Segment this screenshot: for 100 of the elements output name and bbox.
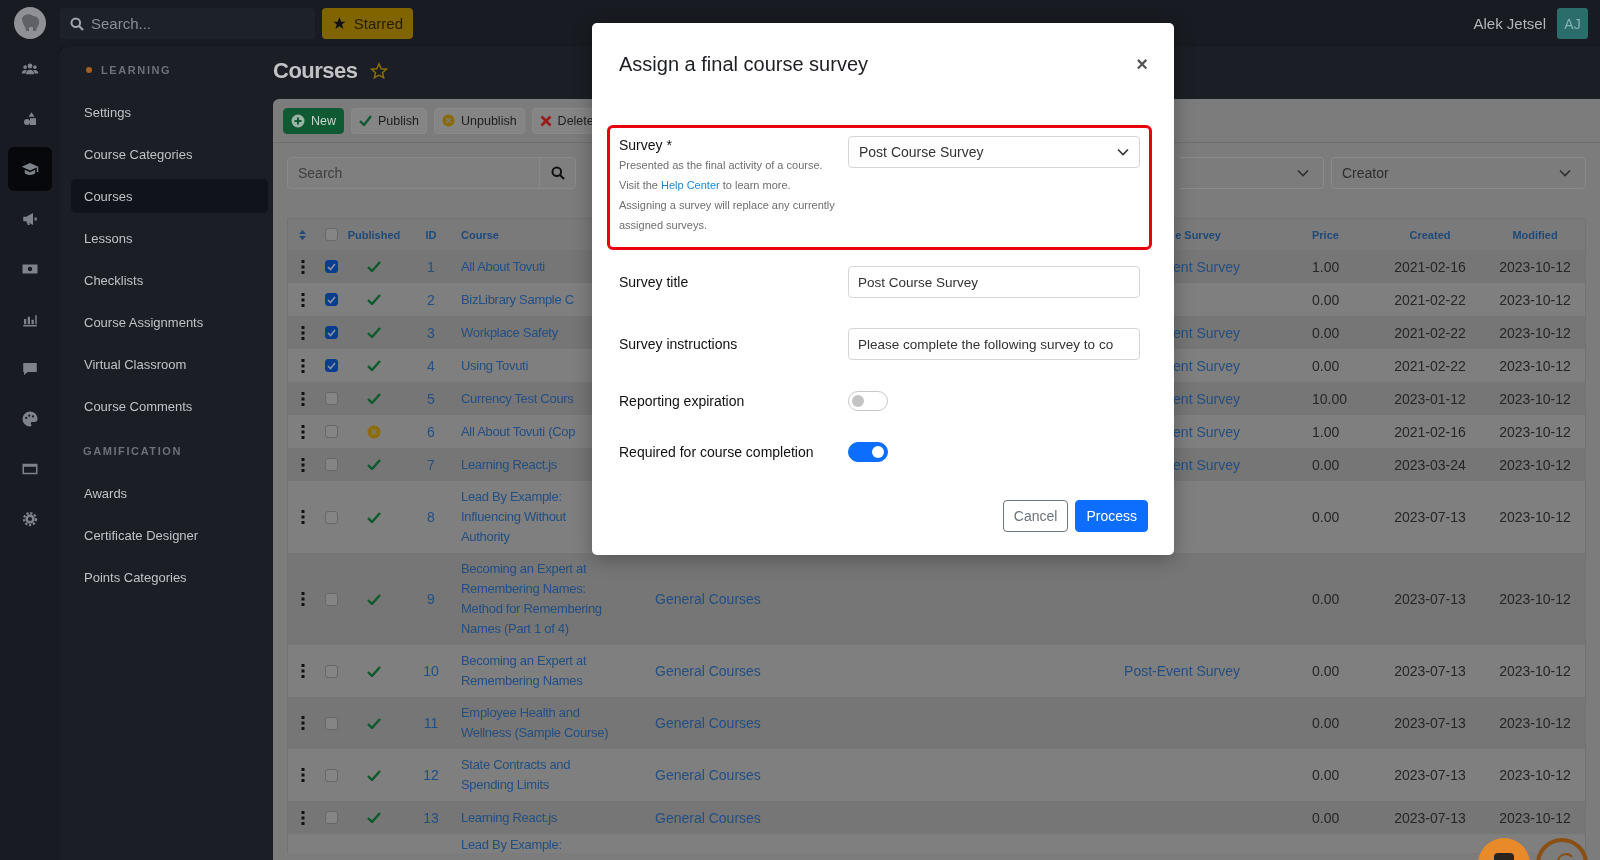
vertical-dots-icon[interactable] xyxy=(300,592,305,606)
checkbox[interactable] xyxy=(325,228,338,241)
checkbox[interactable] xyxy=(325,768,338,782)
sort-icon[interactable] xyxy=(299,229,306,240)
cancel-button[interactable]: Cancel xyxy=(1002,500,1069,532)
new-button[interactable]: New xyxy=(283,107,344,134)
column-header[interactable]: Modified xyxy=(1512,224,1558,245)
search-field[interactable]: Search... xyxy=(60,8,315,39)
vertical-dots-icon[interactable] xyxy=(300,510,305,524)
checkbox[interactable] xyxy=(325,293,338,306)
sidebar-item[interactable]: Checklists xyxy=(71,263,268,297)
text-field[interactable]: Post Course Survey xyxy=(848,266,1140,298)
sidebar-item[interactable]: Awards xyxy=(71,476,268,510)
survey-link[interactable]: ent Survey xyxy=(1173,355,1240,376)
sidebar-item[interactable]: Virtual Classroom xyxy=(71,347,268,381)
checkbox[interactable] xyxy=(325,510,338,524)
toggle-switch[interactable] xyxy=(848,442,888,462)
check-icon[interactable] xyxy=(367,593,381,605)
survey-link[interactable]: ent Survey xyxy=(1173,421,1240,442)
sidebar-item[interactable]: Course Assignments xyxy=(71,305,268,339)
text-field[interactable]: Please complete the following survey to co xyxy=(848,328,1140,360)
star-icon[interactable] xyxy=(369,62,388,80)
help-link[interactable]: Help Center xyxy=(661,179,720,191)
column-header[interactable]: Price xyxy=(1285,224,1375,245)
checkbox[interactable] xyxy=(325,326,338,339)
creator-dropdown[interactable]: Creator xyxy=(1331,157,1586,189)
course-link[interactable]: Lead By Example: xyxy=(461,837,562,853)
process-button[interactable]: Process xyxy=(1075,500,1148,532)
search-input[interactable]: Search... xyxy=(91,15,291,32)
check-icon[interactable] xyxy=(367,261,381,272)
survey-link[interactable]: ent Survey xyxy=(1173,256,1240,277)
check-icon[interactable] xyxy=(367,511,381,523)
checkbox[interactable] xyxy=(325,716,338,730)
vertical-dots-icon[interactable] xyxy=(300,768,305,782)
category-link[interactable]: General Courses xyxy=(648,589,1135,609)
vertical-dots-icon[interactable] xyxy=(300,259,305,274)
course-link[interactable]: Learning React.js xyxy=(461,454,558,475)
check-icon[interactable] xyxy=(367,665,381,677)
sidebar-item[interactable]: Courses xyxy=(71,179,268,213)
checkbox[interactable] xyxy=(325,664,338,678)
course-link[interactable]: Workplace Safety xyxy=(461,322,558,343)
column-header[interactable]: Created xyxy=(1409,224,1451,245)
course-link[interactable]: Becoming an Expert at Remembering Names: Method for Remembering Names (Part 1 of 4) xyxy=(461,559,613,639)
course-link[interactable]: State Contracts and Spending Limits xyxy=(461,755,613,795)
category-link[interactable]: General Courses xyxy=(648,765,1135,785)
check-icon[interactable] xyxy=(367,459,381,470)
vertical-dots-icon[interactable] xyxy=(300,424,305,439)
sidebar-item[interactable]: Points Categories xyxy=(71,560,268,594)
check-icon[interactable] xyxy=(367,717,381,729)
elephant-logo[interactable] xyxy=(13,6,47,40)
checkbox[interactable] xyxy=(325,592,338,606)
category-link[interactable]: General Courses xyxy=(648,807,1135,828)
column-header[interactable]: ID xyxy=(402,224,460,245)
column-header[interactable]: Course xyxy=(461,224,499,245)
vertical-dots-icon[interactable] xyxy=(300,292,305,307)
survey-select[interactable]: Post Course Survey xyxy=(848,136,1140,168)
checkbox[interactable] xyxy=(325,260,338,273)
course-link[interactable]: Becoming an Expert at Remembering Names xyxy=(461,651,613,691)
unpublish-button[interactable]: Unpublish xyxy=(434,107,525,134)
survey-link[interactable]: ent Survey xyxy=(1173,322,1240,343)
column-header[interactable]: e Survey xyxy=(1175,224,1285,245)
course-link[interactable]: Using Tovuti xyxy=(461,355,528,376)
avatar[interactable]: AJ xyxy=(1557,8,1588,39)
course-link[interactable]: Currency Test Cours xyxy=(461,388,574,409)
course-link[interactable]: Learning React.js xyxy=(461,807,558,828)
starred-button[interactable]: Starred xyxy=(322,8,413,39)
checkbox[interactable] xyxy=(325,458,338,471)
vertical-dots-icon[interactable] xyxy=(300,391,305,406)
sidebar-item[interactable]: Certificate Designer xyxy=(71,518,268,552)
check-icon[interactable] xyxy=(367,294,381,305)
check-icon[interactable] xyxy=(367,769,381,781)
check-icon[interactable] xyxy=(367,327,381,338)
check-icon[interactable] xyxy=(367,360,381,371)
sidebar-item[interactable]: Settings xyxy=(71,95,268,129)
checkbox[interactable] xyxy=(325,811,338,824)
vertical-dots-icon[interactable] xyxy=(300,325,305,340)
search-input[interactable]: Search xyxy=(288,158,539,188)
survey-link[interactable]: Post-Event Survey xyxy=(1124,661,1240,681)
close-button[interactable]: × xyxy=(1134,54,1150,74)
publish-button[interactable]: Publish xyxy=(351,107,427,134)
checkbox[interactable] xyxy=(325,392,338,405)
sidebar-item[interactable]: Course Categories xyxy=(71,137,268,171)
course-link[interactable]: BizLibrary Sample C xyxy=(461,289,574,310)
check-icon[interactable] xyxy=(367,393,381,404)
course-link[interactable]: All About Tovuti (Cop xyxy=(461,421,576,442)
search-field[interactable]: Search xyxy=(287,157,576,189)
sidebar-item[interactable]: Course Comments xyxy=(71,389,268,423)
checkbox[interactable] xyxy=(325,425,338,438)
toggle-switch[interactable] xyxy=(848,391,888,411)
sidebar-item[interactable]: Lessons xyxy=(71,221,268,255)
vertical-dots-icon[interactable] xyxy=(300,664,305,678)
nav-button[interactable] xyxy=(8,147,52,191)
survey-link[interactable]: ent Survey xyxy=(1173,454,1240,475)
column-header[interactable]: Published xyxy=(346,224,402,245)
checkbox[interactable] xyxy=(325,359,338,372)
course-link[interactable]: All About Tovuti xyxy=(461,256,545,277)
vertical-dots-icon[interactable] xyxy=(300,810,305,825)
vertical-dots-icon[interactable] xyxy=(300,457,305,472)
survey-link[interactable]: ent Survey xyxy=(1173,388,1240,409)
course-link[interactable]: Employee Health and Wellness (Sample Course) xyxy=(461,703,613,743)
